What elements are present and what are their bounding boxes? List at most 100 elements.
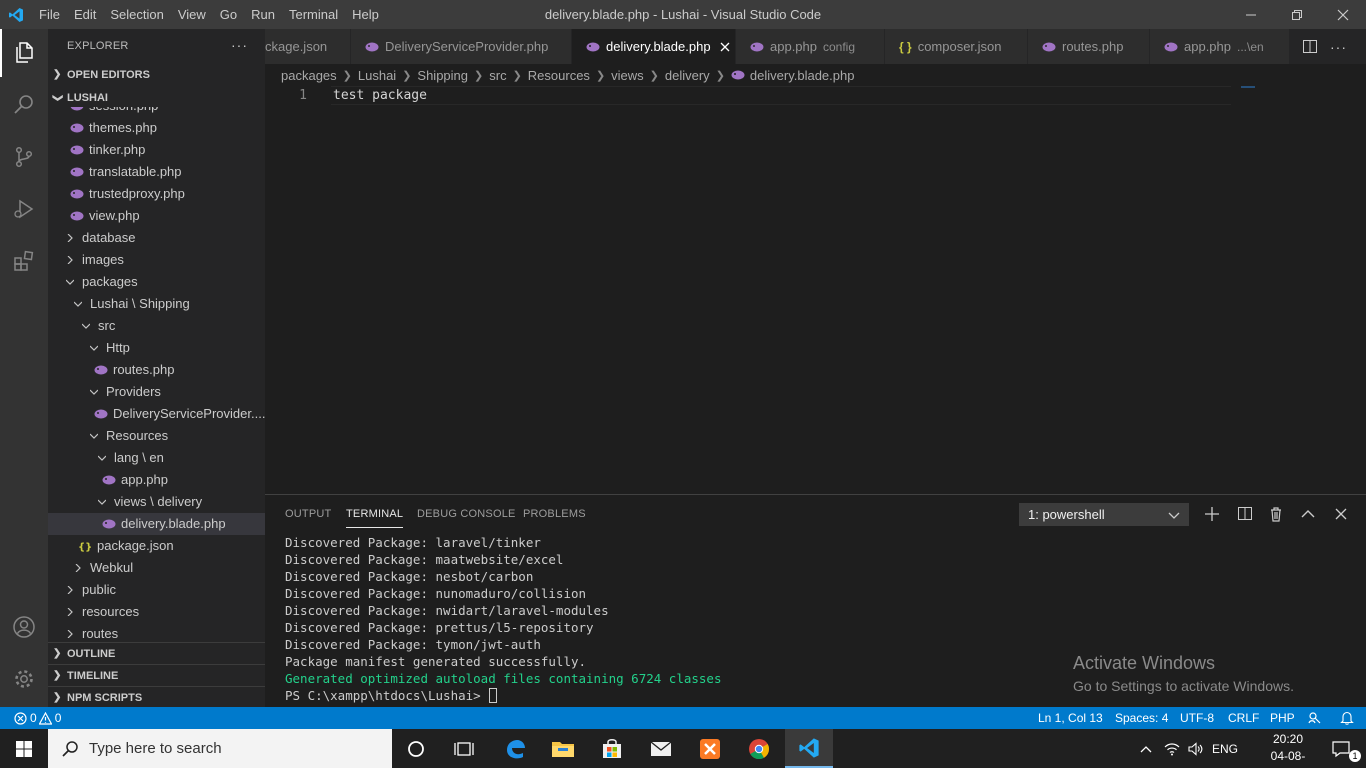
tree-folder[interactable]: Lushai \ Shipping xyxy=(48,293,265,315)
open-editors-section[interactable]: ❯ OPEN EDITORS xyxy=(48,64,265,86)
tree-folder[interactable]: views \ delivery xyxy=(48,491,265,513)
menu-terminal[interactable]: Terminal xyxy=(282,0,345,29)
explorer-activity[interactable] xyxy=(0,29,48,77)
language-indicator[interactable]: ENG xyxy=(1212,742,1238,756)
language-status[interactable]: PHP xyxy=(1270,707,1295,729)
tab-output[interactable]: OUTPUT xyxy=(285,508,331,520)
menu-run[interactable]: Run xyxy=(244,0,282,29)
tree-folder[interactable]: lang \ en xyxy=(48,447,265,469)
problems-status[interactable]: 0 0 xyxy=(14,707,61,729)
chrome-app[interactable] xyxy=(735,729,783,768)
tab-delivery-service-provider[interactable]: DeliveryServiceProvider.php xyxy=(351,29,572,64)
task-view-button[interactable] xyxy=(440,729,488,768)
menu-file[interactable]: File xyxy=(32,0,67,29)
tab-app-en[interactable]: app.php ...\en xyxy=(1150,29,1290,64)
menu-selection[interactable]: Selection xyxy=(103,0,170,29)
breadcrumb-item[interactable]: src xyxy=(489,68,506,83)
encoding-status[interactable]: UTF-8 xyxy=(1180,707,1214,729)
tree-file[interactable]: themes.php xyxy=(48,117,265,139)
breadcrumb-item[interactable]: Resources xyxy=(528,68,590,83)
tree-file[interactable]: view.php xyxy=(48,205,265,227)
tree-file[interactable]: trustedproxy.php xyxy=(48,183,265,205)
tree-file[interactable]: {} package.json xyxy=(48,535,265,557)
tab-delivery-blade[interactable]: delivery.blade.php xyxy=(572,29,736,64)
edge-app[interactable] xyxy=(491,729,539,768)
breadcrumb-item[interactable]: views xyxy=(611,68,644,83)
outline-section[interactable]: ❯ OUTLINE xyxy=(48,642,265,664)
breadcrumb-item[interactable]: Shipping xyxy=(417,68,468,83)
indentation-status[interactable]: Spaces: 4 xyxy=(1115,707,1168,729)
tree-file[interactable]: delivery.blade.php xyxy=(48,513,265,535)
tab-package-json[interactable]: ckage.json xyxy=(265,29,351,64)
notifications-button[interactable] xyxy=(1340,707,1354,729)
minimize-button[interactable] xyxy=(1228,0,1274,29)
run-debug-activity[interactable] xyxy=(0,185,48,233)
tree-file[interactable]: routes.php xyxy=(48,359,265,381)
tab-debug-console[interactable]: DEBUG CONSOLE xyxy=(417,508,516,520)
tree-file[interactable]: DeliveryServiceProvider.... xyxy=(48,403,265,425)
menu-view[interactable]: View xyxy=(171,0,213,29)
more-actions-icon[interactable]: ··· xyxy=(1330,39,1347,55)
code-line[interactable]: test package xyxy=(333,86,427,105)
folder-lushai-section[interactable]: ❯ LUSHAI xyxy=(48,87,265,109)
tree-folder[interactable]: src xyxy=(48,315,265,337)
mail-app[interactable] xyxy=(637,729,685,768)
tab-problems[interactable]: PROBLEMS xyxy=(523,508,586,520)
tree-folder[interactable]: packages xyxy=(48,271,265,293)
menu-go[interactable]: Go xyxy=(213,0,244,29)
chevron-up-icon[interactable] xyxy=(1140,745,1152,753)
menu-edit[interactable]: Edit xyxy=(67,0,103,29)
breadcrumb-item[interactable]: packages xyxy=(281,68,337,83)
manage-activity[interactable] xyxy=(0,655,48,703)
cursor-position-status[interactable]: Ln 1, Col 13 xyxy=(1038,707,1103,729)
tree-folder[interactable]: resources xyxy=(48,601,265,623)
split-editor-icon[interactable] xyxy=(1302,39,1318,55)
breadcrumb-item[interactable]: delivery.blade.php xyxy=(750,68,855,83)
search-activity[interactable] xyxy=(0,81,48,129)
tab-routes-php[interactable]: routes.php xyxy=(1028,29,1150,64)
tree-file[interactable]: app.php xyxy=(48,469,265,491)
maximize-panel-button[interactable] xyxy=(1299,505,1317,523)
tree-file[interactable]: session.php xyxy=(48,107,265,117)
tree-folder[interactable]: Providers xyxy=(48,381,265,403)
file-explorer-app[interactable] xyxy=(539,729,587,768)
cortana-button[interactable] xyxy=(392,729,440,768)
code-editor[interactable]: 1 test package xyxy=(265,86,1366,494)
tab-composer-json[interactable]: { } composer.json xyxy=(885,29,1028,64)
terminal-select[interactable]: 1: powershell xyxy=(1019,503,1189,526)
close-window-button[interactable] xyxy=(1320,0,1366,29)
npm-scripts-section[interactable]: ❯ NPM SCRIPTS xyxy=(48,686,265,707)
vscode-app[interactable] xyxy=(785,729,833,768)
tree-folder[interactable]: Resources xyxy=(48,425,265,447)
more-actions-icon[interactable]: ··· xyxy=(231,37,248,53)
accounts-activity[interactable] xyxy=(0,603,48,651)
feedback-button[interactable] xyxy=(1308,707,1322,729)
terminal-prompt[interactable]: PS C:\xampp\htdocs\Lushai> xyxy=(285,687,498,704)
start-button[interactable] xyxy=(0,729,48,768)
tree-folder[interactable]: database xyxy=(48,227,265,249)
menu-help[interactable]: Help xyxy=(345,0,386,29)
source-control-activity[interactable] xyxy=(0,133,48,181)
tree-folder[interactable]: public xyxy=(48,579,265,601)
tab-terminal[interactable]: TERMINAL xyxy=(346,508,404,528)
tree-folder[interactable]: routes xyxy=(48,623,265,644)
action-center-button[interactable]: 1 xyxy=(1318,729,1366,768)
close-tab-icon[interactable] xyxy=(719,41,731,53)
store-app[interactable] xyxy=(588,729,636,768)
kill-terminal-button[interactable] xyxy=(1267,505,1285,523)
close-panel-button[interactable] xyxy=(1332,505,1350,523)
eol-status[interactable]: CRLF xyxy=(1228,707,1259,729)
tree-folder[interactable]: images xyxy=(48,249,265,271)
breadcrumb-item[interactable]: delivery xyxy=(665,68,710,83)
wifi-icon[interactable] xyxy=(1164,742,1180,756)
tab-app-config[interactable]: app.php config xyxy=(736,29,885,64)
clock[interactable]: 20:20 04-08-2020 xyxy=(1264,731,1312,768)
xampp-app[interactable] xyxy=(686,729,734,768)
extensions-activity[interactable] xyxy=(0,237,48,285)
breadcrumb-item[interactable]: Lushai xyxy=(358,68,396,83)
new-terminal-button[interactable] xyxy=(1203,505,1221,523)
timeline-section[interactable]: ❯ TIMELINE xyxy=(48,664,265,686)
volume-icon[interactable] xyxy=(1188,741,1204,756)
tree-file[interactable]: translatable.php xyxy=(48,161,265,183)
tree-folder[interactable]: Http xyxy=(48,337,265,359)
